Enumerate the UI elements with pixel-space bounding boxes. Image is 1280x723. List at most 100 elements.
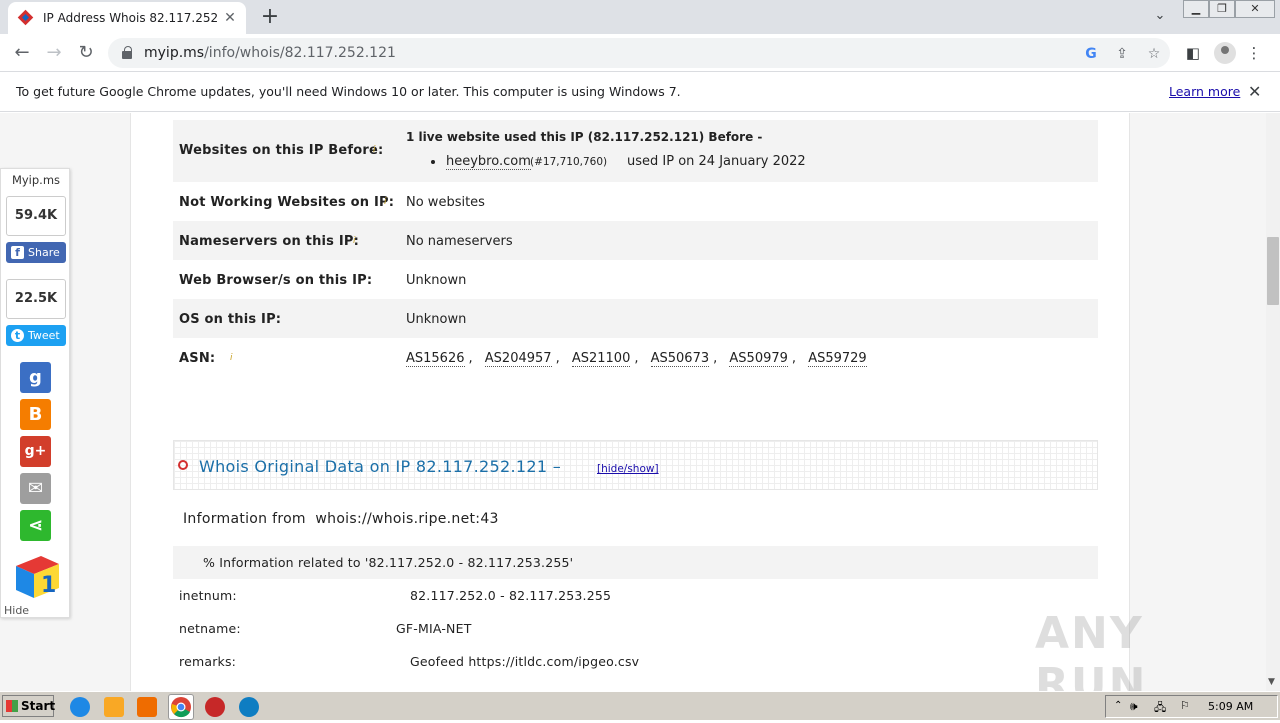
not-working-value: No websites [406,195,485,210]
blogger-icon[interactable]: B [20,399,51,430]
chrome-taskbar-button[interactable] [168,694,194,720]
info-icon[interactable]: i [373,145,376,155]
windows-taskbar: Start ⌃ 🕪 🖧 ⚐ 5:09 AM [0,691,1280,720]
asn-link[interactable]: AS204957 [484,351,552,367]
google-plus-icon[interactable]: g+ [20,436,51,467]
svg-text:1: 1 [41,573,56,598]
whois-title: Whois Original Data on IP 82.117.252.121… [199,457,561,476]
file-explorer-icon[interactable] [104,697,124,717]
whois-related-text: % Information related to '82.117.252.0 -… [203,555,574,570]
website-used-date: used IP on 24 January 2022 [627,154,806,169]
google-icon[interactable]: g [20,362,51,393]
volume-icon[interactable]: 🕪 [1130,699,1138,714]
tab-search-chevron-icon[interactable]: ⌄ [1150,8,1170,28]
scroll-down-arrow-icon[interactable]: ▼ [1268,677,1275,687]
side-panel-icon[interactable]: ◧ [1183,43,1203,63]
whois-refresh-icon [178,460,188,470]
new-tab-button[interactable]: + [258,6,282,30]
internet-explorer-icon[interactable] [70,697,90,717]
start-button[interactable]: Start [2,695,55,717]
anyrun-watermark: ANY RUN [1035,608,1148,691]
websites-before-label: Websites on this IP Before: [179,143,384,158]
whois-value: 82.117.252.0 - 82.117.253.255 [410,588,612,603]
address-bar[interactable]: myip.ms/info/whois/82.117.252.121 G ⇪ ☆ [108,38,1170,68]
website-link[interactable]: heeybro.com [446,154,531,170]
whois-server: whois://whois.ripe.net:43 [315,511,499,527]
network-icon[interactable]: 🖧 [1154,699,1166,718]
browser-tab[interactable]: IP Address Whois 82.117.252.121 ? ✕ [8,2,246,34]
table-row: netname: GF-MIA-NET [173,612,1098,645]
myip-cube-logo-icon[interactable]: 1 [11,554,61,599]
asn-link[interactable]: AS50979 [729,351,788,367]
infobar-close-icon[interactable]: ✕ [1248,82,1261,101]
whois-value: Geofeed https://itldc.com/ipgeo.csv [410,654,640,669]
asn-link[interactable]: AS21100 [571,351,631,367]
os-label: OS on this IP: [179,312,282,327]
nameservers-value: No nameservers [406,234,513,249]
infobar-message: To get future Google Chrome updates, you… [16,84,681,99]
websites-before-row: Websites on this IP Before: i 1 live web… [173,120,1098,182]
chrome-icon [171,697,191,718]
share-icon[interactable]: ⇪ [1113,45,1131,63]
asn-link[interactable]: AS15626 [406,351,465,367]
share-more-icon[interactable]: ⋖ [20,510,51,541]
vertical-scrollbar[interactable]: ▼ [1266,113,1280,691]
hide-sharebar-link[interactable]: Hide [4,604,29,617]
tab-title: IP Address Whois 82.117.252.121 ? [43,11,218,25]
scrollbar-thumb[interactable] [1267,237,1279,305]
learn-more-link[interactable]: Learn more [1169,84,1240,99]
forward-arrow-icon[interactable]: → [42,41,66,65]
asn-list: AS15626, AS204957, AS21100, AS50673, AS5… [406,351,867,367]
whois-value: GF-MIA-NET [396,621,472,636]
tab-close-icon[interactable]: ✕ [222,10,238,26]
share-sidebar: Myip.ms 59.4K f Share 22.5K t Tweet g B g+… [0,168,70,618]
action-center-flag-icon[interactable]: ⚐ [1180,699,1190,712]
asn-link[interactable]: AS59729 [808,351,867,367]
google-lens-icon[interactable]: G [1082,45,1100,63]
site-favicon-icon [18,10,34,26]
hide-show-link[interactable]: [hide/show] [597,463,659,475]
twitter-tweet-button[interactable]: t Tweet [6,325,66,346]
whois-key: remarks: [179,654,237,669]
info-icon[interactable]: i [353,236,356,246]
opera-icon[interactable] [205,697,225,717]
browsers-value: Unknown [406,273,467,288]
table-row: inetnum: 82.117.252.0 - 82.117.253.255 [173,579,1098,612]
edge-icon[interactable] [239,697,259,717]
bookmark-star-icon[interactable]: ☆ [1145,45,1163,63]
minimize-button[interactable]: ▁ [1183,0,1209,18]
main-content: Websites on this IP Before: i 1 live web… [130,113,1130,691]
facebook-share-count: 59.4K [6,196,66,236]
facebook-icon: f [11,246,24,259]
browser-toolbar: ← → ↻ myip.ms/info/whois/82.117.252.121 … [0,34,1280,72]
facebook-share-button[interactable]: f Share [6,242,66,263]
browsers-row: Web Browser/s on this IP: Unknown [173,260,1098,299]
info-icon[interactable]: i [384,197,387,207]
twitter-share-count: 22.5K [6,279,66,319]
asn-link[interactable]: AS50673 [650,351,710,367]
windows-flag-icon [6,700,18,712]
nameservers-row: Nameservers on this IP: i No nameservers [173,221,1098,260]
tab-strip: IP Address Whois 82.117.252.121 ? ✕ + ⌄ … [0,0,1280,34]
info-icon[interactable]: i [230,353,233,363]
share-brand[interactable]: Myip.ms [1,173,71,187]
page-viewport: Websites on this IP Before: i 1 live web… [0,113,1266,691]
restore-button[interactable]: ❐ [1209,0,1235,18]
menu-kebab-icon[interactable]: ⋮ [1244,43,1264,63]
lock-icon[interactable] [122,46,132,59]
tray-expand-icon[interactable]: ⌃ [1114,700,1122,711]
os-value: Unknown [406,312,467,327]
asn-row: ASN: i AS15626, AS204957, AS21100, AS506… [173,338,1098,377]
taskbar-clock[interactable]: 5:09 AM [1208,700,1253,713]
back-arrow-icon[interactable]: ← [10,41,34,65]
email-icon[interactable]: ✉ [20,473,51,504]
whois-key: netname: [179,621,241,636]
media-player-icon[interactable] [137,697,157,717]
close-window-button[interactable]: ✕ [1235,0,1275,18]
profile-avatar[interactable] [1214,42,1236,64]
whois-related-row: % Information related to '82.117.252.0 -… [173,546,1098,579]
reload-icon[interactable]: ↻ [74,41,98,65]
list-bullet [431,160,435,164]
not-working-label: Not Working Websites on IP: [179,195,395,210]
url-text[interactable]: myip.ms/info/whois/82.117.252.121 [144,45,396,61]
